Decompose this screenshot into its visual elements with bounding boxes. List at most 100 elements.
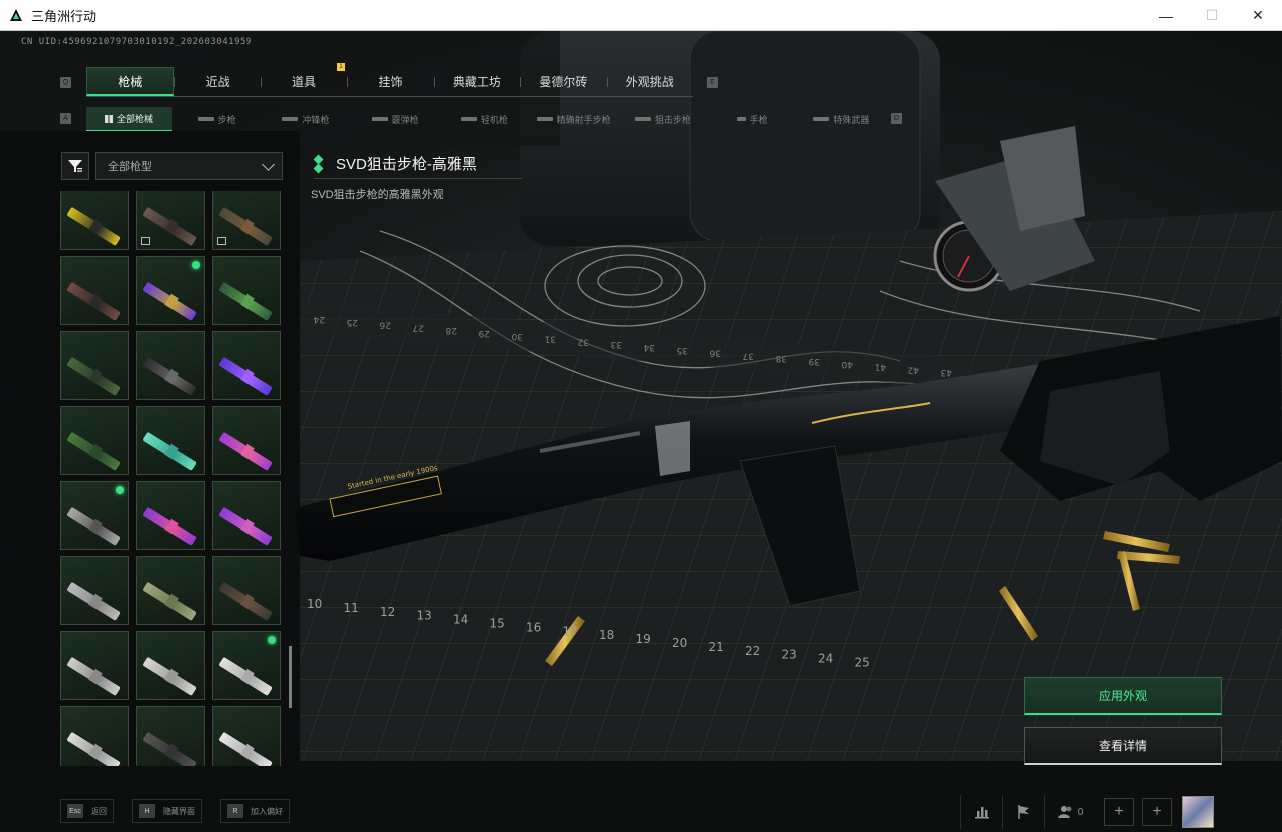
player-avatar[interactable] [1182, 796, 1214, 828]
ruler-number: 10 [307, 597, 322, 611]
pistol-icon [736, 117, 746, 121]
subtab-label: 狙击步枪 [654, 114, 691, 125]
ruler-number: 20 [672, 636, 687, 650]
subtab-label: 全部枪械 [116, 114, 153, 124]
skin-description: SVD狙击步枪的高雅黑外观 [311, 189, 444, 201]
filter-button[interactable] [61, 152, 89, 180]
image-badge-icon [141, 237, 150, 245]
key-hint-d: D [891, 113, 902, 124]
shotgun-icon [371, 117, 388, 121]
skin-cell[interactable] [60, 406, 129, 475]
subtab-dmr[interactable]: 精确射手步枪 [529, 107, 618, 131]
skin-cell[interactable] [212, 406, 281, 475]
notification-badge: 1 [337, 63, 345, 71]
ruler-top-number: 40 [841, 359, 853, 369]
skin-cell[interactable] [212, 481, 281, 550]
subtab-rifles[interactable]: 步枪 [172, 107, 261, 131]
add-slot-button-1[interactable]: + [1104, 798, 1134, 826]
subtab-special[interactable]: 特殊武器 [797, 107, 886, 131]
lmg-icon [460, 117, 477, 121]
skin-cell[interactable] [60, 631, 129, 700]
skin-cell[interactable] [136, 256, 205, 325]
subtab-label: 冲锋枪 [302, 114, 330, 125]
tab-appearance-challenge[interactable]: 外观挑战 [606, 67, 693, 96]
skin-name: SVD狙击步枪-高雅黑 [336, 156, 477, 173]
skin-cell[interactable] [136, 191, 205, 250]
tab-props[interactable]: 道具 [260, 67, 347, 96]
skin-cell[interactable] [212, 556, 281, 625]
ruler-top-number: 42 [908, 364, 919, 374]
minimize-button[interactable]: — [1143, 0, 1189, 31]
weapon-type-dropdown[interactable]: 全部枪型 [95, 152, 283, 180]
ruler-top-number: 30 [511, 331, 523, 341]
special-weapon-icon [813, 117, 830, 121]
hint-add-favorite[interactable]: R 加入偏好 [220, 799, 290, 823]
skin-cell[interactable] [136, 406, 205, 475]
chevron-down-icon [262, 158, 275, 171]
ruler-top-number: 36 [709, 348, 721, 358]
key-hint-a: A [60, 113, 71, 124]
key-esc: Esc [67, 804, 83, 818]
key-hint-q: Q [60, 77, 71, 88]
key-h: H [139, 804, 155, 818]
ruler-number: 23 [782, 648, 797, 662]
subtab-label: 手枪 [749, 114, 768, 125]
owned-indicator [116, 486, 124, 494]
hint-back[interactable]: Esc 返回 [60, 799, 114, 823]
bottom-key-hints: Esc 返回 H 隐藏界面 R 加入偏好 [60, 799, 290, 823]
skin-cell[interactable] [60, 256, 129, 325]
grid-icon [104, 114, 113, 123]
hint-hide-ui[interactable]: H 隐藏界面 [132, 799, 202, 823]
stats-button[interactable] [960, 795, 1002, 829]
tab-melee[interactable]: 近战 [174, 67, 260, 96]
skin-cell[interactable] [60, 706, 129, 766]
tab-guns[interactable]: 枪械 [86, 67, 175, 96]
skin-grid-scrollbar[interactable] [289, 646, 292, 708]
ruler-number: 24 [818, 652, 833, 666]
tab-mandel-brick[interactable]: 曼德尔砖 [520, 67, 606, 96]
skin-cell[interactable] [136, 706, 205, 766]
subtab-label: 精确射手步枪 [556, 114, 611, 125]
close-button[interactable]: ✕ [1235, 0, 1281, 31]
friends-button[interactable]: 0 [1044, 795, 1096, 829]
subtab-smg[interactable]: 冲锋枪 [261, 107, 350, 131]
skin-cell[interactable] [212, 191, 281, 250]
owned-indicator [268, 636, 276, 644]
friends-count: 0 [1077, 806, 1084, 818]
skin-cell[interactable] [60, 191, 129, 250]
subtab-shotgun[interactable]: 霰弹枪 [351, 107, 440, 131]
skin-cell[interactable] [136, 481, 205, 550]
skin-cell[interactable] [136, 556, 205, 625]
skin-cell[interactable] [212, 706, 281, 766]
skin-cell[interactable] [60, 556, 129, 625]
flag-button[interactable] [1002, 795, 1044, 829]
apply-skin-button[interactable]: 应用外观 [1024, 677, 1222, 715]
subtab-lmg[interactable]: 轻机枪 [440, 107, 529, 131]
image-badge-icon [217, 237, 226, 245]
view-details-button[interactable]: 查看详情 [1024, 727, 1222, 765]
rifle-icon [197, 117, 214, 121]
skin-cell[interactable] [136, 331, 205, 400]
skin-cell[interactable] [60, 481, 129, 550]
ruler-number: 12 [380, 605, 395, 619]
friends-icon [1057, 806, 1072, 818]
tab-charms[interactable]: 挂饰 [347, 67, 433, 96]
subtab-sniper[interactable]: 狙击步枪 [618, 107, 707, 131]
subtab-all-guns[interactable]: 全部枪械 [86, 107, 172, 131]
subtab-label: 轻机枪 [480, 114, 508, 125]
skin-cell[interactable] [60, 331, 129, 400]
add-slot-button-2[interactable]: + [1142, 798, 1172, 826]
skin-cell[interactable] [212, 631, 281, 700]
maximize-button[interactable]: ☐ [1189, 0, 1235, 31]
skin-cell[interactable] [212, 256, 281, 325]
tab-collection-workshop[interactable]: 典藏工坊 [433, 67, 520, 96]
key-hint-e: E [707, 77, 718, 88]
ruler-top-number: 39 [808, 356, 820, 366]
skin-cell[interactable] [212, 331, 281, 400]
subtab-pistol[interactable]: 手枪 [708, 107, 797, 131]
window-title: 三角洲行动 [31, 8, 97, 24]
dropdown-value: 全部枪型 [108, 161, 152, 173]
ruler-number: 11 [344, 601, 359, 615]
ruler-number: 19 [636, 632, 651, 646]
skin-cell[interactable] [136, 631, 205, 700]
